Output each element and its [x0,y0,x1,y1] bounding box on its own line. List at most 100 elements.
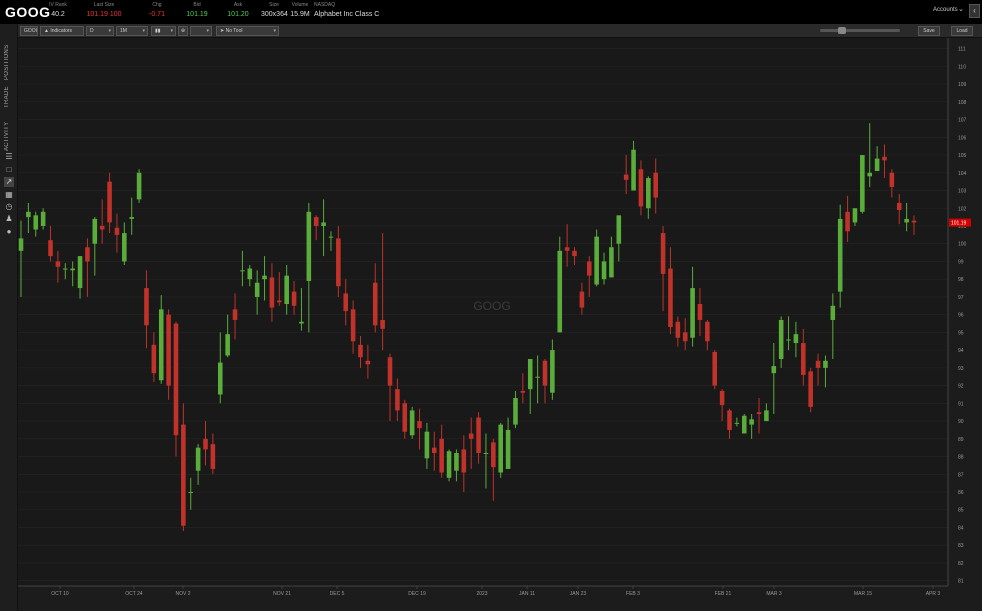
candle-down [151,344,157,374]
price-chart[interactable]: GOOG 111 110 109 108 107 106 105 104 103 102 101 10… [18,38,982,611]
candle-down [668,268,673,328]
current-price-label: 101.19 [951,221,967,227]
candle-down [144,288,149,326]
help-icon[interactable]: ● [4,227,14,237]
candle-up [409,410,415,436]
period-select[interactable]: D ▾ [86,26,114,36]
clock-icon[interactable]: ◷ [4,202,14,212]
price-tick-label: 96 [958,313,964,319]
price-tick-label: 111 [958,47,966,53]
toolbar-symbol[interactable]: GOOG [20,26,38,36]
candle-up [771,366,777,374]
candle-up [299,321,304,324]
candle-up [535,376,540,378]
bid-field: Bid 101.19 [186,2,208,21]
people-icon[interactable]: ♟ [4,214,14,224]
candle-down [358,344,363,358]
grid-icon[interactable]: ▦ [4,190,14,200]
time-tick-label: OCT 10 [51,591,69,597]
candle-down [638,169,644,207]
candlestick-chart[interactable]: GOOG 11111010910810710610510410310210110… [18,38,982,611]
candle-down [336,238,341,287]
chart-type-select[interactable]: ▮▮ ▾ [151,26,176,36]
zoom-slider-handle[interactable] [838,27,846,34]
candle-down [85,247,90,262]
price-tick-label: 93 [958,366,964,372]
candle-down [697,304,703,320]
chart-watermark: GOOG [473,299,510,313]
square-icon[interactable]: □ [4,165,14,175]
save-button[interactable]: Save [918,26,940,36]
price-tick-label: 98 [958,277,964,283]
candle-up [505,429,511,469]
candle-up [26,211,31,218]
indicators-button[interactable]: ▲ Indicators [40,26,84,36]
chevron-down-icon[interactable]: ⌄ [958,5,964,13]
candle-down [232,309,238,320]
quote-header: GOOG IV Rank 40.2 Last Size 101.19 100 C… [0,0,982,24]
chevron-down-icon: ▾ [108,28,111,34]
candle-down [579,291,585,308]
tab-activity[interactable]: ACTIVITY [4,115,14,151]
chart-icon[interactable]: ↗ [4,177,14,187]
candle-up [306,211,312,281]
change-field: Chg -0.71 [146,2,168,21]
candle-down [277,300,282,303]
candle-down [727,410,732,430]
candle-up [823,360,828,368]
time-tick-label: OCT 24 [125,591,143,597]
load-button[interactable]: Load [951,26,973,36]
candle-up [284,275,289,305]
candle-up [254,282,260,297]
price-tick-label: 94 [958,348,964,354]
tab-positions[interactable]: POSITIONS [4,34,14,80]
time-tick-label: DEC 5 [330,591,345,597]
ask-value: 101.20 [227,11,249,18]
time-tick-label: FEB 21 [715,591,732,597]
price-tick-label: 104 [958,171,967,177]
price-tick-label: 90 [958,419,964,425]
candle-down [675,321,681,338]
candle-down [350,309,356,342]
crosshair-icon[interactable]: ⊕ [178,26,188,36]
time-tick-label: APR 3 [926,591,941,597]
candle-down [682,332,688,342]
price-tick-label: 95 [958,330,964,336]
candle-down [461,449,467,473]
exchange-field: NASDAQ Alphabet Inc Class C [314,2,390,21]
time-tick-label: 2023 [476,591,487,597]
symbol-title[interactable]: GOOG [5,4,51,20]
last-size-label: Last Size [93,2,115,8]
candle-down [564,247,570,251]
candle-down [882,156,887,161]
accounts-dropdown[interactable]: Accounts [933,7,958,13]
candle-down [372,282,378,326]
drawing-tool-select[interactable]: ➤ No Tool ▾ [216,26,279,36]
candle-down [542,360,548,386]
price-tick-label: 108 [958,100,967,106]
price-tick-label: 99 [958,259,964,265]
time-tick-label: MAR 3 [766,591,782,597]
candle-down [417,421,422,429]
price-tick-label: 103 [958,189,967,195]
candle-down [623,174,629,180]
candle-up [867,172,873,177]
price-tick-label: 109 [958,82,967,88]
zoom-slider[interactable] [820,29,900,32]
list-icon[interactable]: ☰ [4,152,14,162]
candle-up [778,319,784,359]
iv-rank-label: IV Rank [49,2,67,8]
chart-toolbar: GOOG ▲ Indicators D▾ 1M▾ ▮▮▾ ⊕ ▾ ➤ No To… [18,24,982,38]
candle-up [749,419,754,425]
candle-up [557,250,563,333]
time-tick-label: FEB 3 [626,591,640,597]
candle-down [55,261,61,267]
mode-select[interactable]: ▾ [190,26,212,36]
candle-down [313,217,319,226]
range-select[interactable]: 1M ▾ [116,26,148,36]
time-tick-label: NOV 21 [273,591,291,597]
chevron-left-icon[interactable]: ‹ [969,4,980,18]
candle-down [107,181,112,223]
tab-trade[interactable]: TRADE [4,82,14,108]
price-tick-label: 83 [958,543,964,549]
